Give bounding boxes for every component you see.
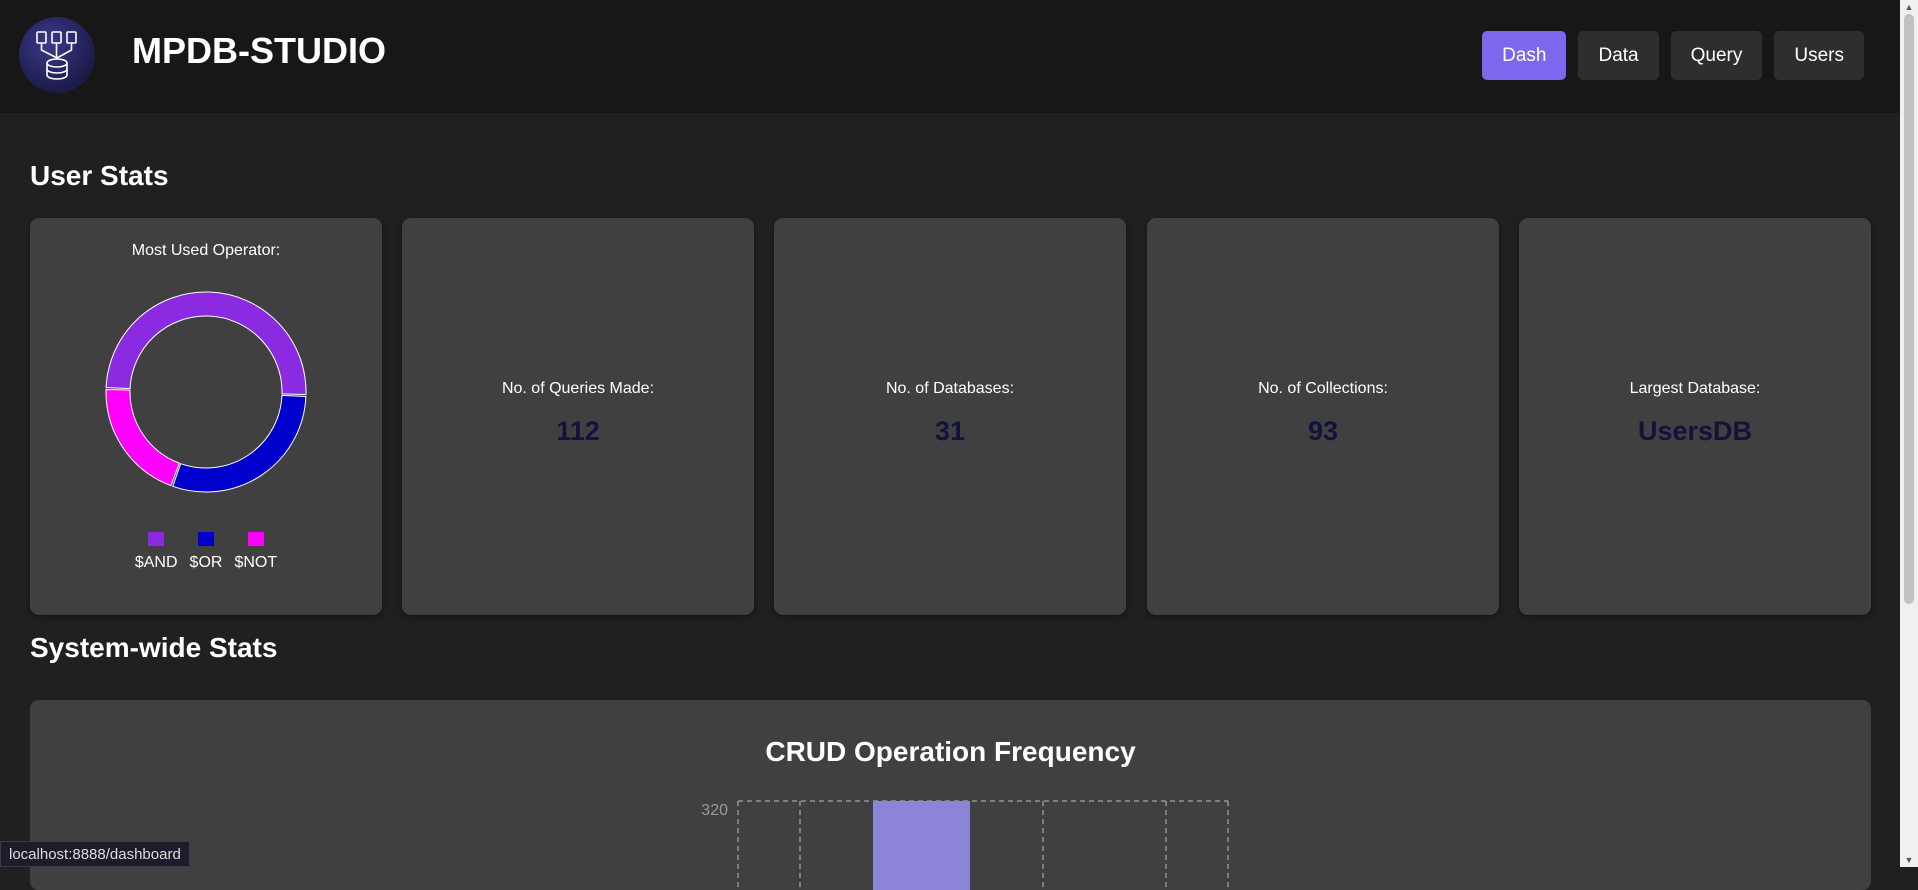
operator-card: Most Used Operator: $AND $OR $NOT bbox=[30, 218, 382, 615]
donut-slice-and[interactable] bbox=[105, 291, 307, 396]
legend-swatch-and bbox=[148, 532, 165, 546]
app-logo[interactable] bbox=[19, 17, 95, 93]
page-scrollbar[interactable]: ▲ ▼ bbox=[1900, 0, 1918, 867]
queries-label: No. of Queries Made: bbox=[501, 380, 655, 397]
databases-value: 31 bbox=[934, 416, 966, 446]
largest-db-card: Largest Database: UsersDB bbox=[1519, 218, 1871, 615]
nav-dash-button[interactable]: Dash bbox=[1482, 31, 1567, 80]
legend-swatch-not bbox=[247, 532, 264, 546]
scroll-up-arrow-icon[interactable]: ▲ bbox=[1900, 0, 1918, 14]
nav-query-button[interactable]: Query bbox=[1670, 31, 1763, 80]
link-status-bar: localhost:8888/dashboard bbox=[0, 841, 190, 867]
legend-item-and[interactable]: $AND bbox=[135, 532, 178, 572]
scroll-down-arrow-icon[interactable]: ▼ bbox=[1900, 853, 1918, 867]
largest-db-value: UsersDB bbox=[1637, 416, 1753, 446]
app-title: MPDB-STUDIO bbox=[132, 30, 386, 71]
scroll-thumb[interactable] bbox=[1904, 14, 1914, 604]
y-tick-label-top: 320 bbox=[701, 802, 728, 819]
collections-value: 93 bbox=[1307, 416, 1339, 446]
crud-chart-card: CRUD Operation Frequency 320 bbox=[30, 700, 1871, 890]
databases-label: No. of Databases: bbox=[885, 380, 1015, 397]
queries-value: 112 bbox=[556, 416, 600, 446]
operator-legend: $AND $OR $NOT bbox=[30, 532, 382, 572]
operator-donut-chart bbox=[105, 291, 307, 493]
main-nav: Dash Data Query Users bbox=[1482, 31, 1864, 80]
user-stats-heading: User Stats bbox=[30, 160, 169, 191]
top-header: MPDB-STUDIO Dash Data Query Users bbox=[0, 0, 1900, 113]
queries-card: No. of Queries Made: 112 bbox=[402, 218, 754, 615]
legend-item-or[interactable]: $OR bbox=[189, 532, 223, 572]
databases-card: No. of Databases: 31 bbox=[774, 218, 1126, 615]
legend-swatch-or bbox=[198, 532, 214, 546]
system-stats-heading: System-wide Stats bbox=[30, 632, 278, 663]
collections-card: No. of Collections: 93 bbox=[1147, 218, 1499, 615]
collections-label: No. of Collections: bbox=[1258, 380, 1388, 397]
nav-data-button[interactable]: Data bbox=[1578, 31, 1659, 80]
legend-label-or: $OR bbox=[189, 554, 223, 571]
legend-label-not: $NOT bbox=[234, 554, 278, 571]
nav-users-button[interactable]: Users bbox=[1774, 31, 1864, 80]
donut-slice-not[interactable] bbox=[105, 388, 180, 487]
legend-item-not[interactable]: $NOT bbox=[234, 532, 277, 572]
donut-slice-or[interactable] bbox=[172, 394, 307, 493]
legend-label-and: $AND bbox=[134, 554, 178, 571]
crud-bar[interactable] bbox=[873, 801, 970, 890]
largest-db-label: Largest Database: bbox=[1629, 380, 1761, 397]
crud-bar-chart: 320 bbox=[701, 800, 1229, 890]
database-network-icon bbox=[36, 31, 77, 80]
